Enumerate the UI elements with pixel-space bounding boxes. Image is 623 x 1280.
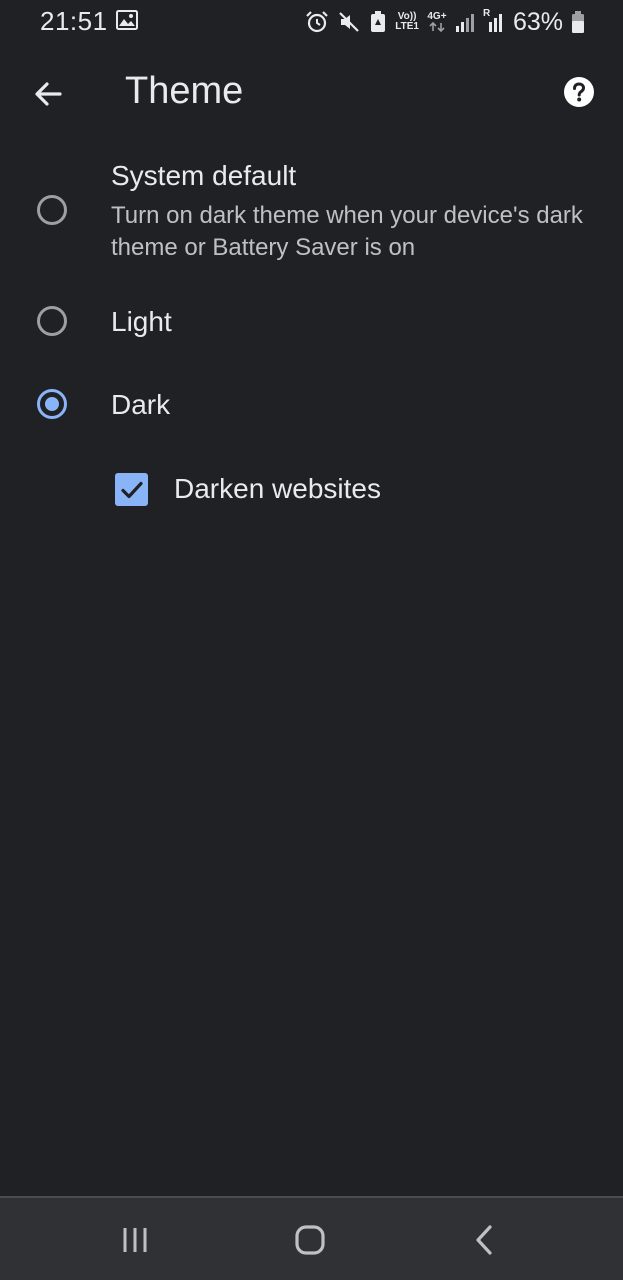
radio-light[interactable] [37, 306, 67, 336]
roaming-signal-icon: R [482, 8, 503, 33]
status-time: 21:51 [40, 6, 108, 36]
roaming-label: R [482, 8, 491, 19]
status-icons: Vo)) LTE1 4G+ R 63% [305, 6, 585, 38]
battery-percent: 63% [512, 7, 563, 36]
mute-icon [337, 10, 361, 34]
status-bar: 21:51 Vo)) LTE1 4G+ R 63% [0, 0, 623, 44]
recents-icon [123, 1228, 147, 1252]
radio-dark[interactable] [37, 389, 67, 419]
alarm-icon [305, 10, 329, 34]
darken-websites-checkbox[interactable] [115, 473, 148, 506]
volte-indicator: Vo)) LTE1 [395, 12, 419, 32]
option-title: Dark [111, 389, 171, 420]
network-type-label: 4G+ [427, 11, 447, 22]
page-title: Theme [125, 70, 244, 112]
option-title: Light [111, 306, 172, 337]
help-icon [564, 77, 594, 107]
back-icon [476, 1225, 492, 1255]
help-button[interactable] [559, 72, 599, 112]
option-light[interactable]: Light [0, 285, 623, 361]
battery-icon [571, 10, 585, 34]
home-button[interactable] [280, 1216, 340, 1264]
option-dark[interactable]: Dark [0, 368, 623, 444]
home-icon [295, 1225, 325, 1255]
option-system-default[interactable]: System default Turn on dark theme when y… [0, 150, 623, 270]
gallery-icon [116, 10, 138, 30]
toolbar: Theme [0, 56, 623, 128]
network-type-indicator: 4G+ [427, 12, 447, 32]
lte-label: LTE1 [395, 21, 419, 32]
radio-system-default[interactable] [37, 195, 67, 225]
option-title: System default [111, 160, 297, 191]
navigation-bar [0, 1196, 623, 1280]
darken-websites-label[interactable]: Darken websites [174, 473, 381, 505]
option-description: Turn on dark theme when your device's da… [111, 202, 583, 261]
nav-back-button[interactable] [455, 1216, 515, 1264]
checkmark-icon [120, 481, 143, 498]
signal-icon [455, 11, 475, 33]
data-arrows-icon [429, 22, 445, 32]
recents-button[interactable] [105, 1216, 165, 1264]
battery-saver-icon [369, 10, 387, 34]
back-button[interactable] [22, 68, 74, 120]
arrow-back-icon [35, 82, 62, 106]
